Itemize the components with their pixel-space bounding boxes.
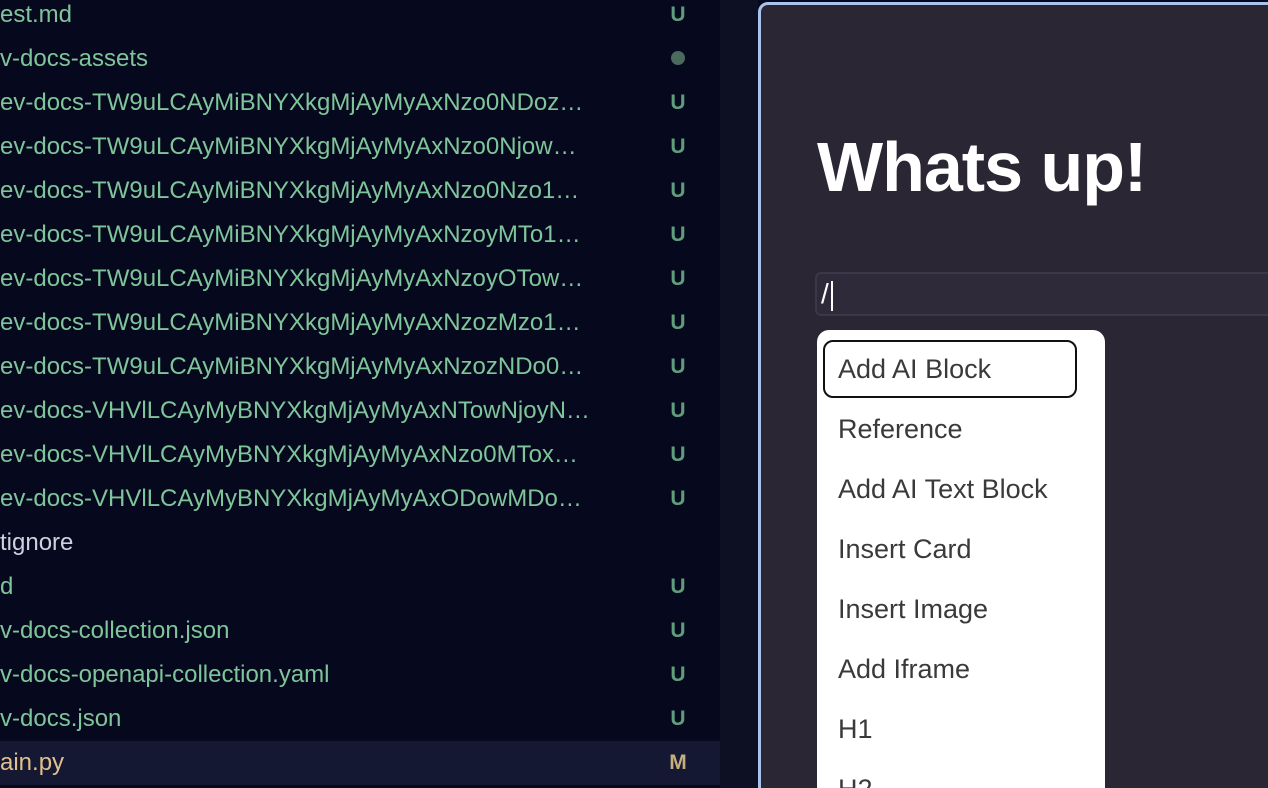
file-row[interactable]: ev-docs-TW9uLCAyMiBNYXkgMjAyMyAxNzozMzo1… bbox=[0, 301, 720, 345]
git-status-badge: U bbox=[670, 663, 686, 686]
file-name: est.md bbox=[0, 1, 73, 28]
file-name: ev-docs-TW9uLCAyMiBNYXkgMjAyMyAxNzo0Nzo1… bbox=[0, 177, 580, 204]
file-row[interactable]: v-docs-openapi-collection.yaml U bbox=[0, 653, 720, 697]
git-status-badge: U bbox=[670, 399, 686, 422]
git-status-badge: U bbox=[670, 443, 686, 466]
slash-command-menu: Add AI Block Reference Add AI Text Block… bbox=[817, 330, 1105, 788]
git-status-badge: U bbox=[670, 311, 686, 334]
file-name: ev-docs-TW9uLCAyMiBNYXkgMjAyMyAxNzo0Njow… bbox=[0, 133, 577, 160]
menu-item-insert-card[interactable]: Insert Card bbox=[823, 520, 1077, 578]
menu-item-add-ai-text-block[interactable]: Add AI Text Block bbox=[823, 460, 1077, 518]
file-row[interactable]: est.md U bbox=[0, 0, 720, 37]
slash-command-input[interactable]: / bbox=[815, 272, 1268, 316]
menu-item-insert-image[interactable]: Insert Image bbox=[823, 580, 1077, 638]
file-name: ev-docs-TW9uLCAyMiBNYXkgMjAyMyAxNzozNDo0… bbox=[0, 353, 584, 380]
file-name: ev-docs-VHVlLCAyMyBNYXkgMjAyMyAxODowMDo… bbox=[0, 485, 582, 512]
folder-name: v-docs-assets bbox=[0, 45, 149, 72]
file-row[interactable]: ev-docs-VHVlLCAyMyBNYXkgMjAyMyAxNzo0MTox… bbox=[0, 433, 720, 477]
file-row-selected[interactable]: ain.py M bbox=[0, 741, 720, 785]
file-row[interactable]: ev-docs-TW9uLCAyMiBNYXkgMjAyMyAxNzo0NDoz… bbox=[0, 81, 720, 125]
file-explorer: est.md U v-docs-assets ev-docs-TW9uLCAyMi… bbox=[0, 0, 720, 788]
git-status-badge: U bbox=[670, 619, 686, 642]
file-name: d bbox=[0, 573, 14, 600]
document-editor: Whats up! / Add AI Block Reference Add A… bbox=[758, 2, 1268, 788]
modified-contents-dot-icon bbox=[671, 51, 685, 65]
file-row[interactable]: ev-docs-TW9uLCAyMiBNYXkgMjAyMyAxNzo0Njow… bbox=[0, 125, 720, 169]
menu-item-reference[interactable]: Reference bbox=[823, 400, 1077, 458]
file-name: ev-docs-TW9uLCAyMiBNYXkgMjAyMyAxNzoyMTo1… bbox=[0, 221, 581, 248]
menu-item-h1[interactable]: H1 bbox=[823, 700, 1077, 758]
file-name: ev-docs-VHVlLCAyMyBNYXkgMjAyMyAxNTowNjoy… bbox=[0, 397, 590, 424]
file-row[interactable]: ev-docs-VHVlLCAyMyBNYXkgMjAyMyAxNTowNjoy… bbox=[0, 389, 720, 433]
file-name: v-docs-collection.json bbox=[0, 617, 230, 644]
git-status-badge: U bbox=[670, 575, 686, 598]
input-text: / bbox=[821, 278, 833, 311]
git-status-badge: U bbox=[670, 487, 686, 510]
file-row[interactable]: ev-docs-TW9uLCAyMiBNYXkgMjAyMyAxNzoyOTow… bbox=[0, 257, 720, 301]
git-status-badge: U bbox=[670, 3, 686, 26]
file-row[interactable]: v-docs.json U bbox=[0, 697, 720, 741]
file-name: ain.py bbox=[0, 749, 65, 776]
git-status-badge: U bbox=[670, 91, 686, 114]
git-status-badge: M bbox=[669, 751, 687, 774]
folder-row[interactable]: v-docs-assets bbox=[0, 37, 720, 81]
file-row[interactable]: ev-docs-VHVlLCAyMyBNYXkgMjAyMyAxODowMDo…… bbox=[0, 477, 720, 521]
git-status-badge: U bbox=[670, 135, 686, 158]
file-name: ev-docs-TW9uLCAyMiBNYXkgMjAyMyAxNzoyOTow… bbox=[0, 265, 584, 292]
file-name: ev-docs-VHVlLCAyMyBNYXkgMjAyMyAxNzo0MTox… bbox=[0, 441, 578, 468]
file-name: tignore bbox=[0, 529, 74, 556]
file-row[interactable]: ev-docs-TW9uLCAyMiBNYXkgMjAyMyAxNzoyMTo1… bbox=[0, 213, 720, 257]
git-status-badge: U bbox=[670, 707, 686, 730]
app-window: est.md U v-docs-assets ev-docs-TW9uLCAyMi… bbox=[0, 0, 1268, 788]
file-row[interactable]: dU bbox=[0, 565, 720, 609]
git-status-badge: U bbox=[670, 355, 686, 378]
git-status-badge: U bbox=[670, 179, 686, 202]
file-row[interactable]: v-docs-collection.json U bbox=[0, 609, 720, 653]
file-row[interactable]: ev-docs-TW9uLCAyMiBNYXkgMjAyMyAxNzo0Nzo1… bbox=[0, 169, 720, 213]
file-name: ev-docs-TW9uLCAyMiBNYXkgMjAyMyAxNzo0NDoz… bbox=[0, 89, 584, 116]
git-status-badge: U bbox=[670, 223, 686, 246]
file-name: v-docs.json bbox=[0, 705, 122, 732]
file-name: ev-docs-TW9uLCAyMiBNYXkgMjAyMyAxNzozMzo1… bbox=[0, 309, 581, 336]
text-caret bbox=[830, 280, 833, 311]
file-row[interactable]: ev-docs-TW9uLCAyMiBNYXkgMjAyMyAxNzozNDo0… bbox=[0, 345, 720, 389]
git-status-badge: U bbox=[670, 267, 686, 290]
file-row[interactable]: tignore bbox=[0, 521, 720, 565]
menu-item-h2[interactable]: H2 bbox=[823, 760, 1077, 788]
file-name: v-docs-openapi-collection.yaml bbox=[0, 661, 330, 688]
panel-divider bbox=[720, 0, 758, 788]
menu-item-add-ai-block[interactable]: Add AI Block bbox=[823, 340, 1077, 398]
page-title[interactable]: Whats up! bbox=[817, 127, 1147, 207]
menu-item-add-iframe[interactable]: Add Iframe bbox=[823, 640, 1077, 698]
